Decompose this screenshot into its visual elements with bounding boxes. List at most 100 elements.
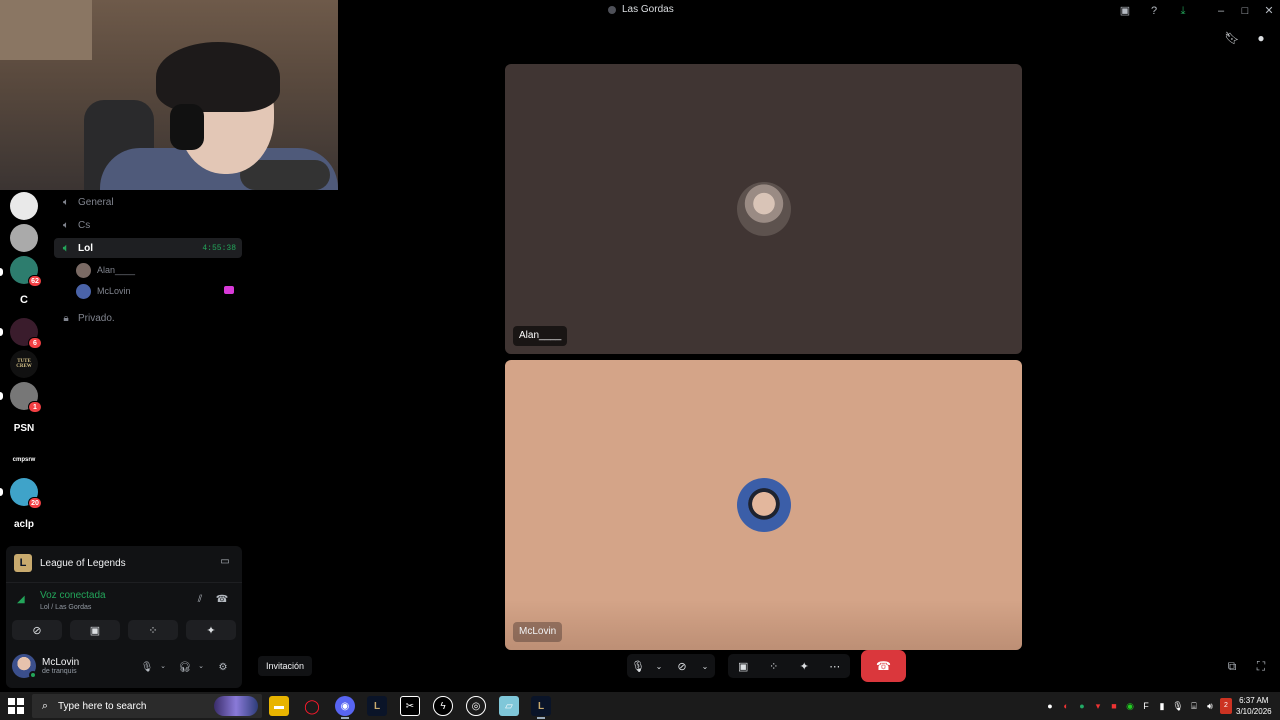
- server-icon: [608, 5, 616, 14]
- screen-share-icon[interactable]: ▣: [731, 654, 755, 678]
- avatar: [76, 262, 91, 278]
- video-tile[interactable]: Alan____: [505, 64, 1022, 354]
- chevron-down-icon[interactable]: ⌄: [649, 654, 669, 678]
- mention-badge: 6: [28, 337, 42, 349]
- mention-badge: 1: [28, 401, 42, 413]
- camera-off-button[interactable]: ⊘: [12, 620, 62, 640]
- server-icon-3[interactable]: 62: [10, 256, 42, 287]
- discord-icon[interactable]: ◉: [335, 696, 355, 719]
- microphone-icon[interactable]: 🎙︎: [627, 654, 649, 678]
- tray-icon[interactable]: ▾: [1092, 698, 1104, 714]
- microphone-icon[interactable]: 🎙︎: [1172, 698, 1184, 714]
- voice-member[interactable]: McLovin: [76, 282, 242, 300]
- disconnect-icon[interactable]: ☎︎: [214, 594, 230, 608]
- soundboard-icon[interactable]: ✦: [792, 654, 816, 678]
- help-icon[interactable]: ?: [1147, 4, 1161, 18]
- more-options-icon[interactable]: ⋯: [823, 654, 847, 678]
- screen-icon[interactable]: ▣: [1118, 4, 1132, 18]
- video-tile[interactable]: McLovin: [505, 360, 1022, 650]
- server-icon-8[interactable]: PSN: [10, 414, 38, 442]
- steam-icon[interactable]: ◎: [466, 696, 486, 716]
- headphones-icon[interactable]: 🎧︎: [178, 662, 192, 673]
- screen-share-button[interactable]: ▣: [70, 620, 120, 640]
- notification-icon[interactable]: 2: [1220, 698, 1232, 714]
- settings-icon[interactable]: ⚙: [216, 662, 230, 673]
- microphone-icon[interactable]: 🎙︎: [140, 662, 154, 673]
- chevron-down-icon[interactable]: ⌄: [695, 654, 715, 678]
- tray-icon[interactable]: ●: [1076, 698, 1088, 714]
- app-icon[interactable]: ▱: [499, 696, 519, 716]
- server-icon-6[interactable]: TUTE CREW: [10, 350, 38, 378]
- voice-location[interactable]: Lol / Las Gordas: [40, 604, 91, 611]
- app-icon[interactable]: ϟ: [433, 696, 453, 716]
- speaker-icon: 🔈︎: [63, 242, 69, 254]
- chevron-down-icon[interactable]: ⌄: [194, 662, 208, 670]
- disconnect-button[interactable]: ☎︎: [861, 650, 906, 682]
- league-client-icon[interactable]: L: [367, 696, 387, 716]
- server-icon-9[interactable]: cmpsrw: [10, 446, 38, 474]
- search-icon: ⌕: [41, 699, 49, 712]
- channel-lol[interactable]: 🔈︎ Lol 4:55:38: [54, 238, 242, 258]
- call-timer: 4:55:38: [202, 243, 236, 253]
- soundboard-button[interactable]: ✦: [186, 620, 236, 640]
- download-icon[interactable]: ⤓: [1176, 4, 1190, 18]
- channel-cs[interactable]: 🔈︎ Cs: [54, 215, 242, 235]
- speaker-icon: 🔈︎: [63, 196, 69, 208]
- taskbar-clock[interactable]: 6:37 AM 3/10/2026: [1236, 695, 1272, 717]
- file-explorer-icon[interactable]: ▬: [269, 696, 289, 716]
- tray-icon[interactable]: F: [1140, 698, 1152, 714]
- online-status: [29, 671, 37, 679]
- participant-name: McLovin: [513, 622, 563, 642]
- server-icon-7[interactable]: 1: [10, 382, 42, 413]
- tray-icon[interactable]: ◉: [1124, 698, 1136, 714]
- taskbar-search[interactable]: ⌕ Type here to search: [32, 694, 262, 718]
- close-button[interactable]: ✕: [1262, 4, 1276, 18]
- activities-button[interactable]: ⁘: [128, 620, 178, 640]
- server-icon-2[interactable]: [10, 224, 38, 252]
- activity-row[interactable]: L League of Legends: [14, 554, 126, 572]
- volume-icon[interactable]: 🔊︎: [1204, 698, 1216, 714]
- capcut-icon[interactable]: ✂: [400, 696, 420, 716]
- server-rail: 62 C 6 TUTE CREW 1 PSN cmpsrw 20 aclp: [0, 190, 48, 540]
- clock-date: 3/10/2026: [1236, 707, 1272, 716]
- tray-icon[interactable]: ●: [1044, 698, 1056, 714]
- opera-icon[interactable]: ◯: [302, 696, 322, 716]
- user-panel[interactable]: McLovin de tranquis: [12, 654, 79, 679]
- server-icon-5[interactable]: 6: [10, 318, 42, 349]
- server-icon-1[interactable]: [10, 192, 38, 220]
- league-game-icon[interactable]: L: [531, 696, 551, 719]
- popout-icon[interactable]: ⧉: [1224, 658, 1240, 674]
- stream-icon[interactable]: ▭: [218, 556, 232, 568]
- channel-name: Cs: [78, 219, 91, 231]
- maximize-button[interactable]: □: [1238, 4, 1252, 18]
- clock-time: 6:37 AM: [1239, 696, 1269, 705]
- pin-icon[interactable]: 🔖︎: [1224, 30, 1240, 46]
- tray-icon[interactable]: ■: [1108, 698, 1120, 714]
- voice-member[interactable]: Alan____: [76, 261, 135, 279]
- channel-general[interactable]: 🔈︎ General: [54, 192, 242, 212]
- fullscreen-icon[interactable]: ⛶: [1253, 658, 1269, 674]
- minimize-button[interactable]: –: [1214, 4, 1228, 18]
- battery-icon[interactable]: ▮: [1156, 698, 1168, 714]
- chevron-down-icon[interactable]: ⌄: [156, 662, 170, 670]
- activities-icon[interactable]: ⁘: [762, 654, 786, 678]
- invite-button[interactable]: Invitación: [258, 656, 313, 676]
- streaming-icon: [224, 286, 234, 294]
- signal-icon[interactable]: ◢: [17, 594, 25, 605]
- server-icon-11[interactable]: aclp: [10, 510, 38, 538]
- channel-name: Lol: [78, 242, 93, 254]
- server-icon-4[interactable]: C: [10, 286, 38, 314]
- server-icon-10[interactable]: 20: [10, 478, 42, 509]
- search-placeholder: Type here to search: [58, 700, 147, 712]
- tray-icon[interactable]: ◐: [1060, 698, 1072, 714]
- unread-pill: [0, 268, 3, 276]
- windows-start-button[interactable]: [8, 698, 24, 714]
- channel-name: General: [78, 196, 114, 208]
- noise-suppression-icon[interactable]: ⫽: [192, 594, 208, 608]
- network-icon[interactable]: ⌸: [1188, 698, 1200, 714]
- voice-status[interactable]: Voz conectada: [40, 590, 106, 601]
- wall-frame: [0, 0, 92, 60]
- camera-off-icon[interactable]: ⊘: [669, 654, 695, 678]
- channel-privado[interactable]: 🔒︎ Privado.: [54, 308, 242, 328]
- chat-icon[interactable]: ●: [1253, 30, 1269, 46]
